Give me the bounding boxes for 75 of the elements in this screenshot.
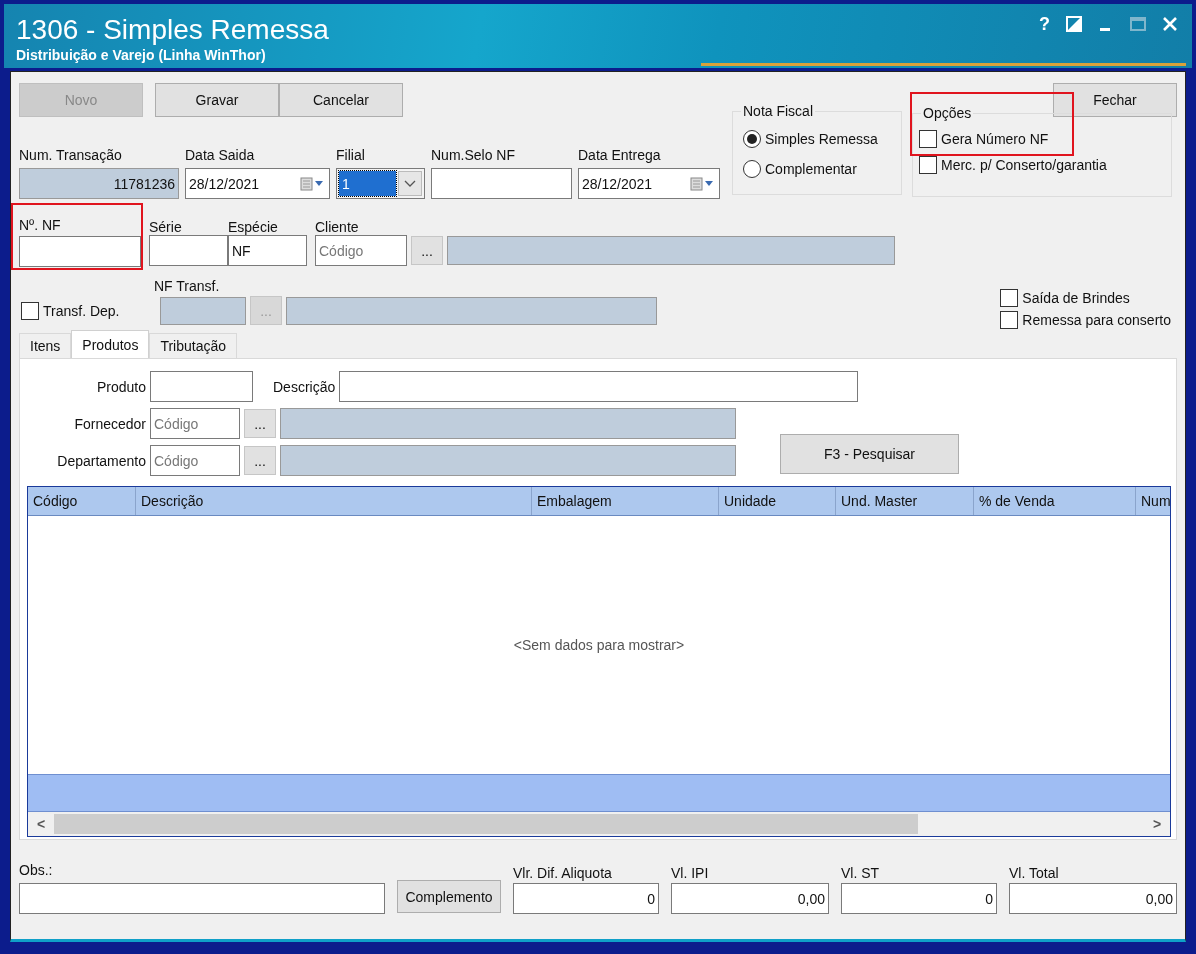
date-field[interactable]: 28/12/2021 [185, 168, 330, 199]
input-field[interactable]: 0 [513, 883, 659, 914]
field-label: Vlr. Dif. Aliquota [513, 865, 613, 881]
checkbox-option[interactable]: Transf. Dep. [21, 301, 156, 320]
field-label: Vl. Total [1009, 865, 1060, 881]
column-header[interactable]: Código [28, 487, 136, 515]
field-label: NF Transf. [154, 278, 221, 294]
window-title: 1306 - Simples Remessa [16, 14, 329, 46]
column-header[interactable]: Und. Master [836, 487, 974, 515]
date-field[interactable]: 28/12/2021 [578, 168, 720, 199]
radio-option[interactable]: Simples Remessa [743, 130, 901, 148]
input-field[interactable]: Código [150, 408, 240, 439]
column-header[interactable]: Descrição [136, 487, 532, 515]
calendar-icon[interactable] [690, 176, 716, 191]
input-field[interactable] [149, 235, 228, 266]
field-label: Departamento [56, 452, 146, 469]
tab[interactable]: Produtos [71, 330, 150, 358]
column-header[interactable]: Unidade [719, 487, 836, 515]
scrollbar[interactable]: < > [28, 812, 1170, 836]
field-label: Obs.: [19, 862, 54, 878]
field-label: Data Saida [185, 147, 256, 163]
close-button[interactable]: Fechar [1053, 83, 1177, 117]
input-field[interactable] [19, 236, 141, 267]
field-label: Série [149, 219, 183, 235]
input-field[interactable]: Código [150, 445, 240, 476]
input-field[interactable]: Código [315, 235, 407, 266]
group-title: Opções [921, 105, 974, 121]
toolbar-button[interactable]: Cancelar [279, 83, 403, 117]
complemento-button[interactable]: Complemento [397, 880, 501, 913]
input-field[interactable] [19, 883, 385, 914]
field-label: Descrição [273, 378, 336, 395]
input-field[interactable]: 0,00 [671, 883, 829, 914]
field-label: Data Entrega [578, 147, 662, 163]
input-field[interactable] [150, 371, 253, 402]
lookup-button[interactable]: ... [411, 236, 443, 265]
radio-option[interactable]: Complementar [743, 160, 901, 178]
field-label: Espécie [228, 219, 279, 235]
checkbox-option[interactable]: Gera Número NF [919, 130, 1171, 148]
input-field[interactable]: 0,00 [1009, 883, 1177, 914]
checkbox-option[interactable]: Saída de Brindes [1000, 289, 1171, 307]
field-label: Num.Selo NF [431, 147, 517, 163]
column-header[interactable]: Num [1136, 487, 1170, 515]
toolbar-button[interactable]: Gravar [155, 83, 279, 117]
lookup-button[interactable]: ... [244, 446, 276, 475]
field-label: Filial [336, 147, 366, 163]
calendar-icon[interactable] [300, 176, 326, 191]
input-field[interactable]: 11781236 [19, 168, 179, 199]
input-field[interactable]: 0 [841, 883, 997, 914]
close-icon[interactable] [1162, 16, 1178, 32]
search-button[interactable]: F3 - Pesquisar [780, 434, 959, 474]
checkbox-option[interactable]: Merc. p/ Conserto/garantia [919, 156, 1171, 174]
lookup-button[interactable]: ... [244, 409, 276, 438]
help-button[interactable]: ? [1039, 13, 1050, 35]
column-header[interactable]: Embalagem [532, 487, 719, 515]
field-label: Produto [95, 378, 146, 395]
field-label: Vl. IPI [671, 865, 710, 881]
dropdown-field[interactable]: 1 [336, 168, 425, 199]
field-label: Nº. NF [19, 217, 62, 233]
selected-row[interactable] [28, 774, 1170, 813]
chevron-down-icon[interactable] [404, 179, 416, 188]
empty-message: <Sem dados para mostrar> [513, 637, 685, 654]
column-header[interactable]: % de Venda [974, 487, 1136, 515]
group-title: Nota Fiscal [741, 103, 816, 119]
tab[interactable]: Itens [19, 333, 72, 358]
contrast-icon[interactable] [1066, 16, 1082, 32]
checkbox-option[interactable]: Remessa para conserto [1000, 311, 1171, 329]
tab[interactable]: Tributação [149, 333, 238, 358]
input-field[interactable] [431, 168, 572, 199]
field-label: Cliente [315, 219, 360, 235]
input-field[interactable] [339, 371, 859, 402]
window-subtitle: Distribuição e Varejo (Linha WinThor) [16, 47, 267, 63]
field-label: Vl. ST [841, 865, 881, 881]
field-label: Num. Transação [19, 147, 123, 163]
field-label: Fornecedor [73, 415, 146, 432]
input-field[interactable]: NF [228, 235, 307, 266]
